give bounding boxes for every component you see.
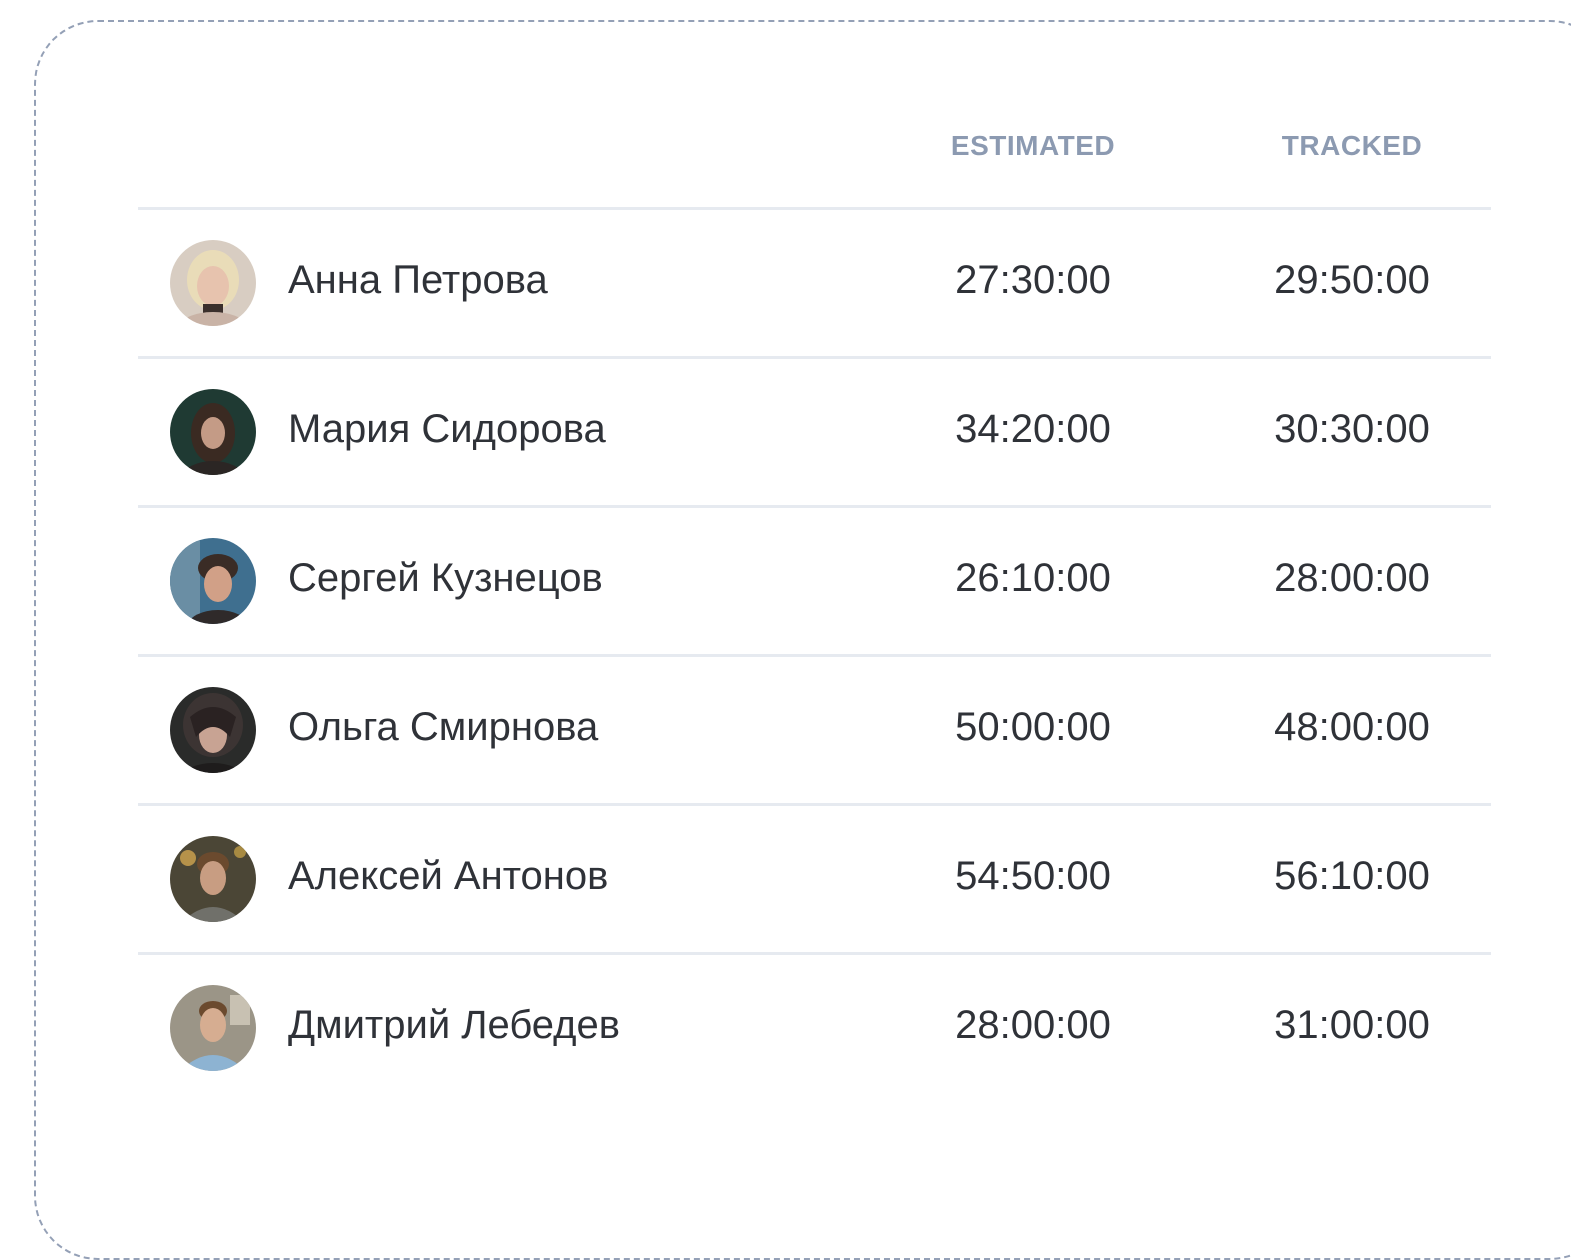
user-name: Ольга Смирнова <box>288 705 599 749</box>
column-header-estimated[interactable]: ESTIMATED <box>913 130 1153 162</box>
estimated-time: 34:20:00 <box>955 407 1111 451</box>
estimated-time: 28:00:00 <box>955 1003 1111 1047</box>
tracked-time: 30:30:00 <box>1274 407 1430 451</box>
estimated-time: 26:10:00 <box>955 556 1111 600</box>
table-row[interactable]: Алексей Антонов 54:50:00 56:10:00 <box>138 806 1491 955</box>
avatar-photo-icon <box>170 240 256 326</box>
column-header-tracked[interactable]: TRACKED <box>1232 130 1472 162</box>
tracked-time: 48:00:00 <box>1274 705 1430 749</box>
estimated-time: 54:50:00 <box>955 854 1111 898</box>
table-row[interactable]: Дмитрий Лебедев 28:00:00 31:00:00 <box>138 955 1491 1104</box>
tracked-time: 29:50:00 <box>1274 258 1430 302</box>
time-table: ESTIMATED TRACKED Анна Петрова 27:30:00 … <box>138 0 1491 1104</box>
estimated-time: 50:00:00 <box>955 705 1111 749</box>
tracked-time: 28:00:00 <box>1274 556 1430 600</box>
table-row[interactable]: Анна Петрова 27:30:00 29:50:00 <box>138 210 1491 359</box>
user-name: Алексей Антонов <box>288 854 609 898</box>
table-row[interactable]: Сергей Кузнецов 26:10:00 28:00:00 <box>138 508 1491 657</box>
avatar-photo-icon <box>170 687 256 773</box>
table-header: ESTIMATED TRACKED <box>138 0 1491 210</box>
user-name: Сергей Кузнецов <box>288 556 603 600</box>
avatar-photo-icon <box>170 985 256 1071</box>
table-row[interactable]: Мария Сидорова 34:20:00 30:30:00 <box>138 359 1491 508</box>
user-name: Дмитрий Лебедев <box>288 1003 621 1047</box>
estimated-time: 27:30:00 <box>955 258 1111 302</box>
user-name: Анна Петрова <box>288 258 548 302</box>
user-name: Мария Сидорова <box>288 407 606 451</box>
avatar-photo-icon <box>170 836 256 922</box>
avatar-photo-icon <box>170 389 256 475</box>
avatar-photo-icon <box>170 538 256 624</box>
table-row[interactable]: Ольга Смирнова 50:00:00 48:00:00 <box>138 657 1491 806</box>
tracked-time: 56:10:00 <box>1274 854 1430 898</box>
tracked-time: 31:00:00 <box>1274 1003 1430 1047</box>
